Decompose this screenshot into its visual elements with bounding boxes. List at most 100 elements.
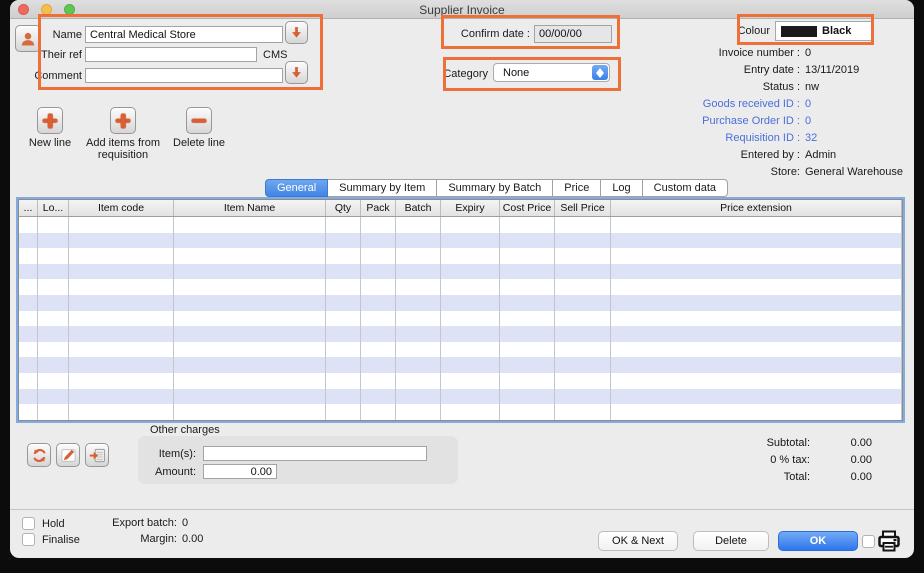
- table-cell: [19, 389, 38, 405]
- table-cell: [396, 342, 441, 358]
- category-select[interactable]: None: [493, 63, 610, 82]
- table-header-cell[interactable]: Price extension: [611, 200, 902, 216]
- table-header-cell[interactable]: Item Name: [174, 200, 326, 216]
- table-cell: [396, 233, 441, 249]
- table-cell: [500, 295, 555, 311]
- table-header-cell[interactable]: ...: [19, 200, 38, 216]
- table-cell: [174, 311, 326, 327]
- delete-line-button[interactable]: [186, 107, 212, 134]
- delete-button[interactable]: Delete: [693, 531, 769, 551]
- table-header-cell[interactable]: Expiry: [441, 200, 500, 216]
- table-cell: [38, 233, 69, 249]
- table-cell: [611, 342, 902, 358]
- print-checkbox[interactable]: [862, 535, 875, 548]
- table-row[interactable]: [19, 373, 902, 389]
- name-lookup-button[interactable]: [285, 21, 308, 44]
- hold-checkbox[interactable]: [22, 517, 35, 530]
- table-row[interactable]: [19, 279, 902, 295]
- tab-price[interactable]: Price: [553, 179, 601, 197]
- invoice-info-panel: Invoice number :0 Entry date :13/11/2019…: [638, 47, 908, 183]
- table-cell: [19, 326, 38, 342]
- table-cell: [38, 404, 69, 420]
- table-header-cell[interactable]: Item code: [69, 200, 174, 216]
- table-row[interactable]: [19, 233, 902, 249]
- table-cell: [611, 404, 902, 420]
- table-row[interactable]: [19, 404, 902, 420]
- tab-log[interactable]: Log: [601, 179, 642, 197]
- info-row-requisition-id[interactable]: Requisition ID :32: [638, 132, 908, 149]
- table-cell: [326, 326, 361, 342]
- table-header-cell[interactable]: Batch: [396, 200, 441, 216]
- table-row[interactable]: [19, 326, 902, 342]
- table-row[interactable]: [19, 357, 902, 373]
- table-cell: [396, 311, 441, 327]
- table-header-cell[interactable]: Sell Price: [555, 200, 611, 216]
- table-cell: [441, 233, 500, 249]
- comment-lookup-button[interactable]: [285, 61, 308, 84]
- table-cell: [555, 295, 611, 311]
- import-lines-button[interactable]: [85, 443, 109, 467]
- tab-summary-by-batch[interactable]: Summary by Batch: [437, 179, 553, 197]
- table-cell: [326, 342, 361, 358]
- table-cell: [555, 311, 611, 327]
- table-row[interactable]: [19, 295, 902, 311]
- table-cell: [441, 326, 500, 342]
- comment-input[interactable]: [85, 68, 283, 83]
- table-cell: [361, 404, 396, 420]
- table-header-cell[interactable]: Pack: [361, 200, 396, 216]
- table-row[interactable]: [19, 342, 902, 358]
- name-input[interactable]: [85, 26, 283, 43]
- window-title: Supplier Invoice: [10, 3, 914, 17]
- table-row[interactable]: [19, 264, 902, 280]
- table-cell: [441, 295, 500, 311]
- table-cell: [500, 357, 555, 373]
- table-cell: [396, 326, 441, 342]
- ok-button[interactable]: OK: [778, 531, 858, 551]
- add-items-from-requisition-button[interactable]: [110, 107, 136, 134]
- margin-label: Margin:: [65, 533, 177, 545]
- table-cell: [361, 279, 396, 295]
- edit-note-button[interactable]: [56, 443, 80, 467]
- table-header-cell[interactable]: Cost Price: [500, 200, 555, 216]
- supplier-invoice-window: Supplier Invoice Name Their ref CMS Comm…: [10, 0, 914, 558]
- refresh-lines-button[interactable]: [27, 443, 51, 467]
- table-row[interactable]: [19, 389, 902, 405]
- table-cell: [500, 373, 555, 389]
- tab-custom-data[interactable]: Custom data: [643, 179, 728, 197]
- table-row[interactable]: [19, 311, 902, 327]
- table-cell: [19, 233, 38, 249]
- table-row[interactable]: [19, 217, 902, 233]
- new-line-button[interactable]: [37, 107, 63, 134]
- down-arrow-icon: [289, 25, 304, 40]
- comment-label: Comment: [20, 70, 82, 82]
- info-row-goods-received-id[interactable]: Goods received ID :0: [638, 98, 908, 115]
- refresh-icon: [31, 447, 48, 464]
- table-cell: [174, 233, 326, 249]
- finalise-checkbox[interactable]: [22, 533, 35, 546]
- confirm-date-field: 00/00/00: [534, 25, 612, 43]
- info-row-purchase-order-id[interactable]: Purchase Order ID :0: [638, 115, 908, 132]
- colour-swatch: [781, 26, 817, 37]
- colour-picker[interactable]: Black: [775, 21, 873, 41]
- ok-next-button[interactable]: OK & Next: [598, 531, 678, 551]
- table-cell: [555, 217, 611, 233]
- tab-summary-by-item[interactable]: Summary by Item: [328, 179, 437, 197]
- table-header-cell[interactable]: Qty: [326, 200, 361, 216]
- table-cell: [38, 279, 69, 295]
- printer-icon[interactable]: [877, 529, 901, 558]
- colour-value: Black: [822, 25, 851, 37]
- other-charges-amount-input[interactable]: [203, 464, 277, 479]
- table-cell: [174, 404, 326, 420]
- tab-general[interactable]: General: [265, 179, 328, 197]
- table-cell: [19, 248, 38, 264]
- table-cell: [555, 264, 611, 280]
- other-charges-items-input[interactable]: [203, 446, 427, 461]
- table-cell: [326, 248, 361, 264]
- table-cell: [555, 279, 611, 295]
- their-ref-input[interactable]: [85, 47, 257, 62]
- export-batch-value: 0: [182, 517, 188, 529]
- info-row-entered-by: Entered by :Admin: [638, 149, 908, 166]
- table-header-cell[interactable]: Lo...: [38, 200, 69, 216]
- table-cell: [19, 311, 38, 327]
- table-row[interactable]: [19, 248, 902, 264]
